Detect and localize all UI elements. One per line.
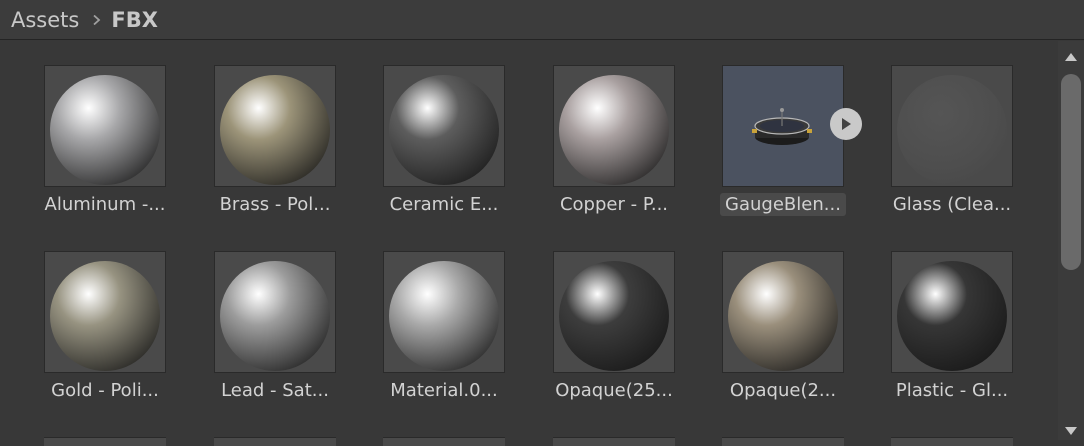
- triangle-down-icon: [1065, 427, 1077, 435]
- material-sphere-icon: [389, 261, 499, 371]
- asset-tile[interactable]: Gold - Poli...: [10, 227, 180, 401]
- asset-thumbnail: [214, 65, 336, 187]
- asset-thumbnail: [44, 437, 166, 446]
- asset-label: Aluminum -...: [44, 194, 166, 215]
- asset-tile[interactable]: Opaque(2...: [688, 227, 858, 401]
- asset-label: Material.0...: [390, 380, 498, 401]
- scroll-up-button[interactable]: [1058, 47, 1084, 67]
- asset-tile[interactable]: Material.0...: [349, 227, 519, 401]
- asset-tile[interactable]: Glass (Clea...: [857, 41, 1027, 215]
- asset-label: Opaque(25...: [555, 380, 673, 401]
- material-sphere-icon: [220, 75, 330, 185]
- gauge-model-icon: [752, 108, 812, 145]
- play-icon: [842, 118, 851, 130]
- material-sphere-icon: [559, 261, 669, 371]
- asset-tile[interactable]: Ceramic E...: [349, 41, 519, 215]
- asset-thumbnail: [553, 437, 675, 446]
- material-sphere-icon: [220, 261, 330, 371]
- asset-thumbnail: [722, 437, 844, 446]
- asset-label: Brass - Pol...: [219, 194, 331, 215]
- asset-grid: Aluminum -... Brass - Pol... Ceramic E..…: [0, 41, 1058, 446]
- asset-label: Copper - P...: [559, 194, 669, 215]
- asset-thumbnail: [383, 437, 505, 446]
- asset-label: Gold - Poli...: [51, 380, 159, 401]
- breadcrumb: Assets FBX: [0, 0, 1084, 40]
- material-sphere-icon: [50, 261, 160, 371]
- asset-tile[interactable]: Brass - Pol...: [180, 41, 350, 215]
- asset-thumbnail: [722, 65, 844, 187]
- asset-tile[interactable]: Opaque(25...: [519, 227, 689, 401]
- asset-thumbnail: [44, 65, 166, 187]
- asset-thumbnail: [891, 437, 1013, 446]
- asset-thumbnail: [383, 251, 505, 373]
- asset-label: GaugeBlen...: [688, 193, 878, 216]
- asset-tile[interactable]: Aluminum -...: [10, 41, 180, 215]
- triangle-up-icon: [1065, 53, 1077, 61]
- asset-tile[interactable]: Copper - P...: [519, 41, 689, 215]
- asset-thumbnail: [891, 251, 1013, 373]
- asset-thumbnail: [214, 251, 336, 373]
- asset-thumbnail: [44, 251, 166, 373]
- asset-thumbnail: [383, 65, 505, 187]
- material-sphere-icon: [50, 75, 160, 185]
- asset-thumbnail: [553, 65, 675, 187]
- asset-thumbnail: [214, 437, 336, 446]
- material-sphere-icon: [897, 261, 1007, 371]
- asset-label: Opaque(2...: [729, 380, 837, 401]
- asset-label: Plastic - Gl...: [895, 380, 1009, 401]
- chevron-right-icon: [93, 14, 101, 25]
- asset-thumbnail: [722, 251, 844, 373]
- scrollbar-thumb[interactable]: [1061, 74, 1081, 270]
- asset-thumbnail: [553, 251, 675, 373]
- asset-thumbnail: [891, 65, 1013, 187]
- asset-tile[interactable]: Lead - Sat...: [180, 227, 350, 401]
- asset-label: Lead - Sat...: [221, 380, 329, 401]
- material-sphere-icon: [559, 75, 669, 185]
- asset-label: Ceramic E...: [389, 194, 499, 215]
- glass-sphere-icon: [897, 75, 1007, 185]
- material-sphere-icon: [389, 75, 499, 185]
- breadcrumb-fbx[interactable]: FBX: [111, 8, 158, 32]
- scroll-down-button[interactable]: [1058, 421, 1084, 441]
- asset-label: Glass (Clea...: [892, 194, 1012, 215]
- breadcrumb-assets[interactable]: Assets: [11, 8, 79, 32]
- asset-tile[interactable]: Plastic - Gl...: [857, 227, 1027, 401]
- material-sphere-icon: [728, 261, 838, 371]
- vertical-scrollbar[interactable]: [1058, 41, 1084, 440]
